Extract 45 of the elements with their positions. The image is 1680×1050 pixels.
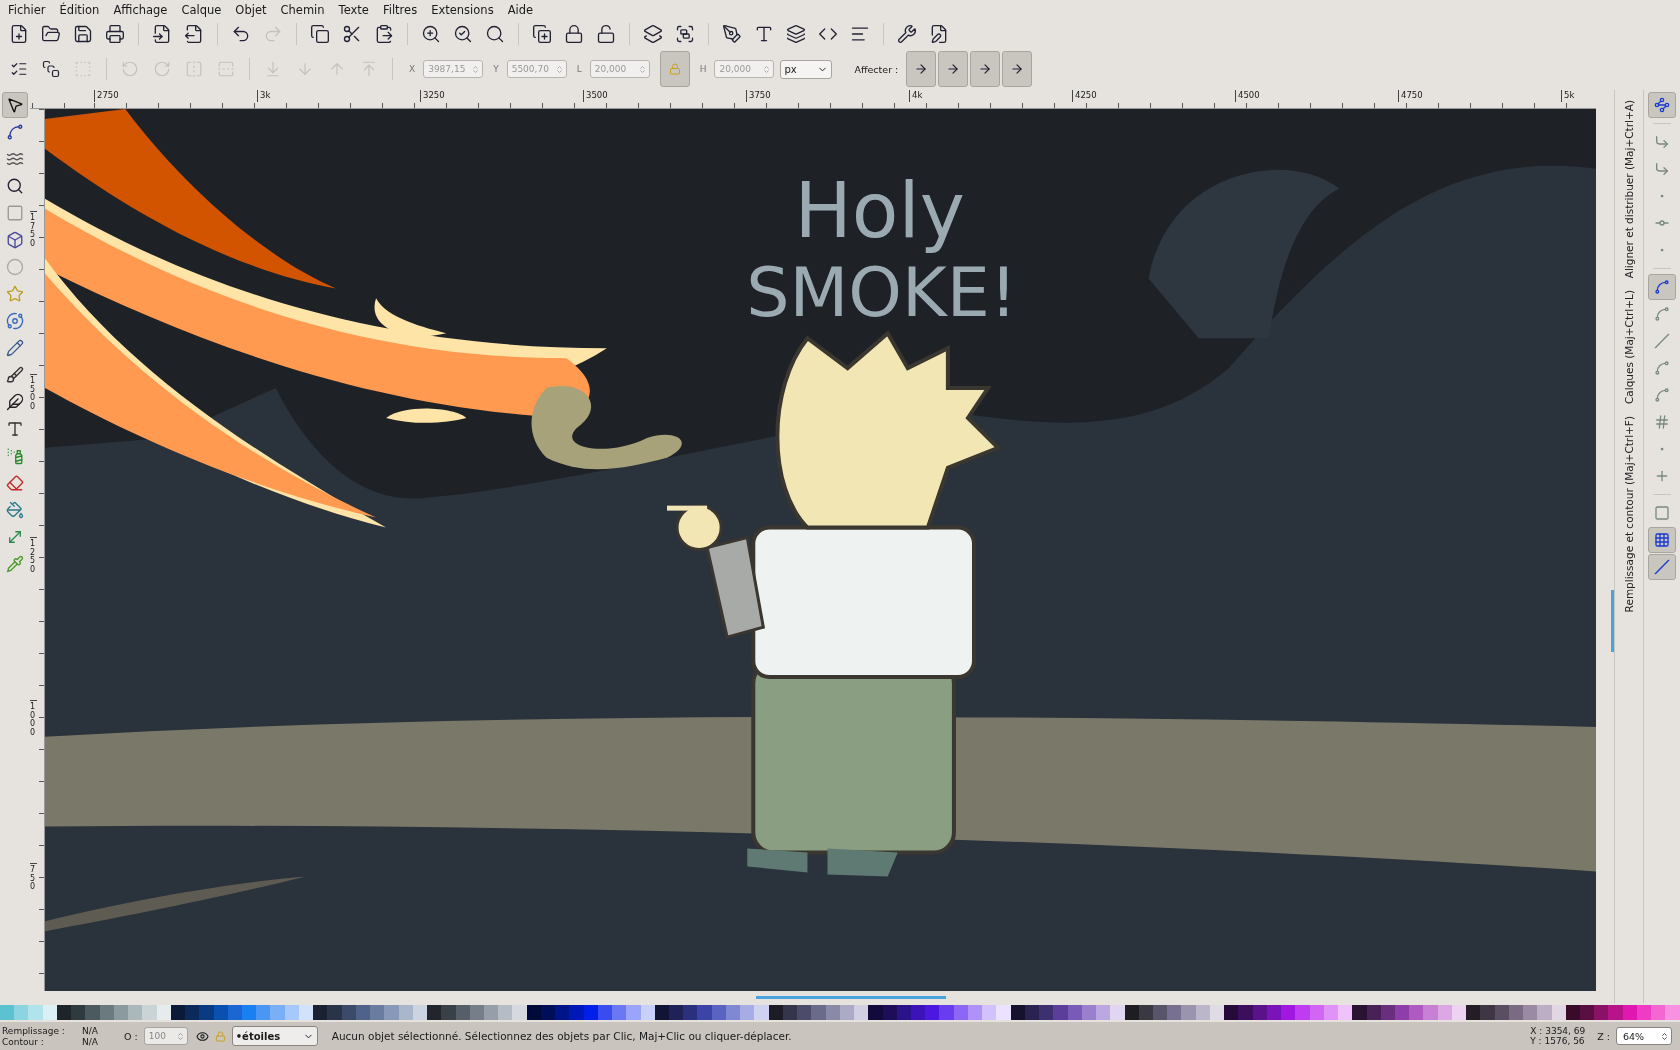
menu-item[interactable]: Calque	[177, 3, 232, 17]
field-label: Y	[493, 64, 499, 74]
stroke-label: Contour :	[2, 1036, 45, 1047]
cursor-x: X : 3354, 69	[1530, 1026, 1586, 1036]
layer-select[interactable]: •étoiles	[231, 1026, 318, 1046]
field-label: H	[699, 64, 707, 74]
stroke-value: N/A	[82, 1036, 99, 1047]
unit-select[interactable]: px	[780, 59, 833, 79]
menu-item[interactable]: Aide	[503, 3, 544, 17]
menu-item[interactable]: Objet	[231, 3, 277, 17]
ruler-label: 3500	[583, 90, 746, 102]
ruler-label: 1000	[30, 700, 37, 863]
menu-item[interactable]: Extensions	[427, 3, 504, 17]
dock-tab[interactable]: Aligner et distribuer (Maj+Ctrl+A)	[1623, 96, 1635, 283]
title-lettering: Holy	[794, 165, 965, 255]
zoom-field[interactable]: 64%	[1616, 1027, 1672, 1045]
cursor-y: Y : 1576, 56	[1530, 1036, 1586, 1046]
ruler-label: 4250	[1072, 90, 1235, 102]
ruler-label: 3k	[257, 90, 420, 102]
ruler-label: 4k	[909, 90, 1072, 102]
ruler-label: 1500	[30, 374, 37, 537]
ruler-label: 3250	[420, 90, 583, 102]
menu-item[interactable]: Texte	[334, 3, 379, 17]
opacity-label: O :	[124, 1030, 138, 1042]
field-label: X	[409, 64, 416, 74]
ruler-label: 1750	[30, 211, 37, 374]
menu-item[interactable]: Affichage	[109, 3, 178, 17]
title-lettering: SMOKE!	[746, 253, 1018, 333]
field-label: L	[576, 64, 582, 74]
menu-item[interactable]: Chemin	[276, 3, 335, 17]
ruler-label: 2750	[94, 90, 257, 102]
menu-item[interactable]: Édition	[55, 3, 110, 17]
status-message: Aucun objet sélectionné. Sélectionnez des objets par Clic, Maj+Clic ou cliquer-déplacer.	[331, 1030, 793, 1042]
dock-tab[interactable]: Remplissage et contour (Maj+Ctrl+F)	[1623, 412, 1635, 617]
ruler-label: 4500	[1235, 90, 1398, 102]
affect-label: Affecter :	[854, 63, 899, 75]
fill-value: N/A	[82, 1025, 99, 1036]
ruler-label: 4750	[1398, 90, 1561, 102]
ruler-label: 1250	[30, 537, 37, 700]
zoom-label: Z :	[1597, 1030, 1610, 1042]
dock-tab[interactable]: Calques (Maj+Ctrl+L)	[1623, 286, 1635, 409]
menu-item[interactable]: Fichier	[4, 3, 56, 17]
fill-label: Remplissage :	[2, 1025, 66, 1036]
menu-item[interactable]: Filtres	[378, 3, 428, 17]
ruler-label: 3750	[746, 90, 909, 102]
